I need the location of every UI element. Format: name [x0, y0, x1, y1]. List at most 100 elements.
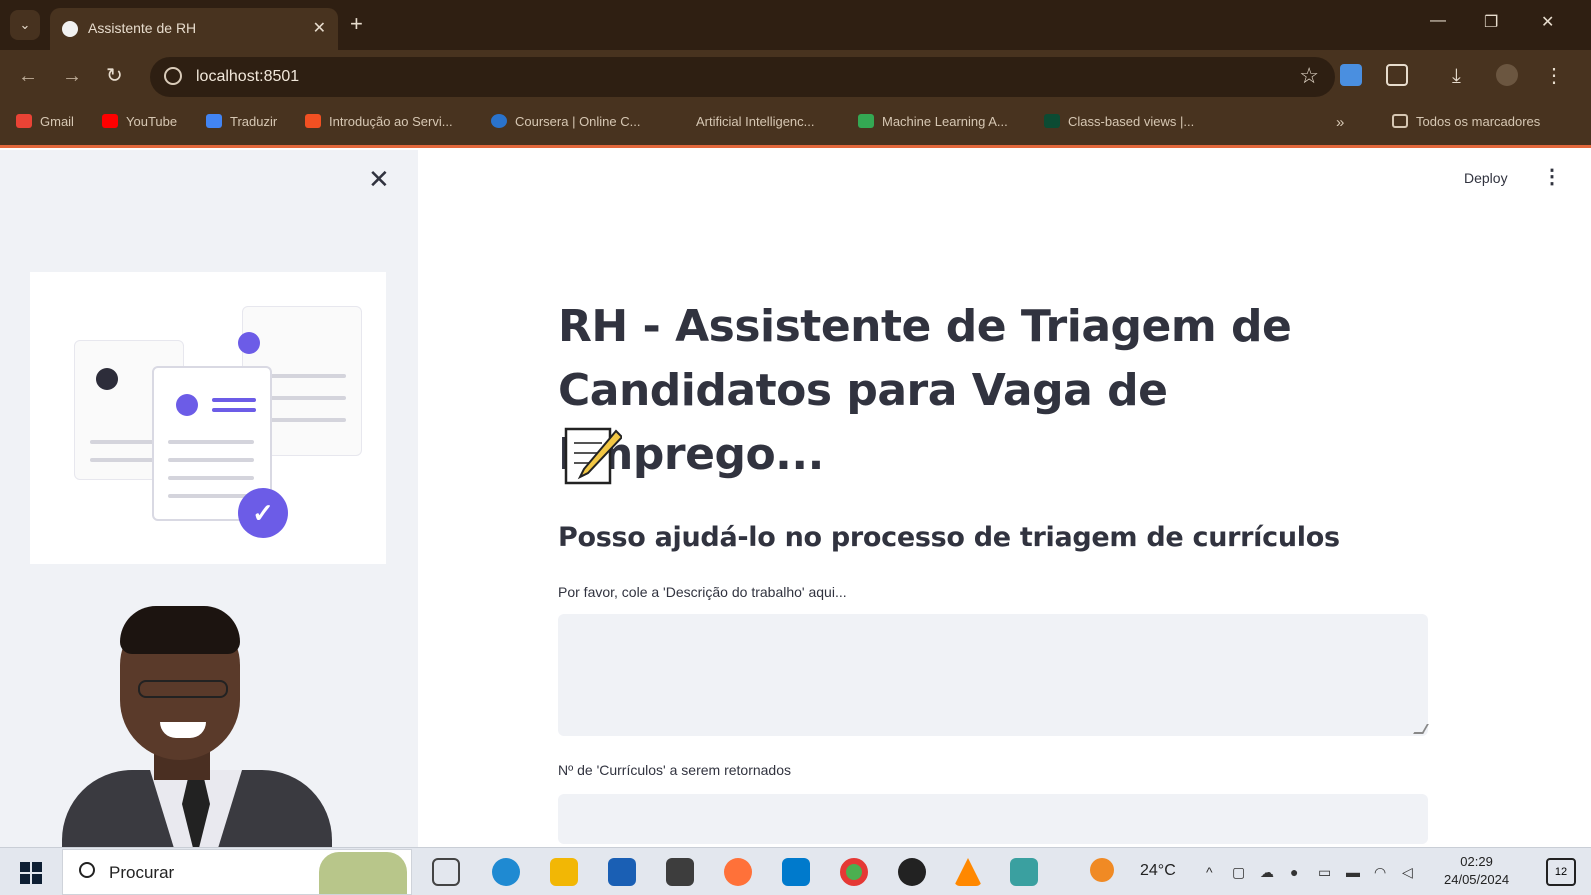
tab-close-icon[interactable]: ✕ — [313, 18, 326, 38]
bookmark-label: Artificial Intelligenc... — [696, 114, 815, 129]
vscode-icon[interactable] — [782, 858, 810, 886]
bookmark-label: YouTube — [126, 114, 178, 129]
more-bookmarks-icon[interactable]: » — [1336, 114, 1344, 131]
smiling-man-image — [62, 606, 362, 847]
candidate-avatar-icon — [238, 332, 260, 354]
drive-icon — [858, 114, 874, 128]
browser-toolbar: ← → ↻ localhost:8501 ☆ ⤓ ⋮ — [0, 50, 1591, 102]
tab-favicon-icon — [62, 21, 78, 37]
django-icon — [1044, 114, 1060, 128]
obs-icon[interactable] — [898, 858, 926, 886]
download-icon[interactable]: ⤓ — [1452, 64, 1461, 88]
coursera-icon — [491, 114, 507, 128]
bookmark-ai[interactable]: Artificial Intelligenc... — [696, 114, 815, 129]
bookmark-label: Gmail — [40, 114, 74, 129]
resume-count-label: Nº de 'Currículos' a serem retornados — [558, 762, 791, 778]
bookmark-label: Introdução ao Servi... — [329, 114, 453, 129]
search-highlight-image — [319, 852, 407, 894]
cloud-icon[interactable]: ☁ — [1260, 864, 1274, 881]
display-icon[interactable]: ▭ — [1318, 864, 1331, 881]
vlc-icon[interactable] — [954, 858, 982, 886]
weather-icon[interactable] — [1090, 858, 1114, 882]
browser-tab[interactable]: Assistente de RH ✕ — [50, 8, 338, 50]
volume-icon[interactable]: ◁ — [1402, 864, 1413, 881]
search-icon — [79, 862, 95, 878]
bookmark-django[interactable]: Class-based views |... — [1044, 114, 1194, 129]
app-menu-icon[interactable]: ⋮ — [1542, 166, 1562, 188]
site-info-icon[interactable] — [164, 67, 182, 85]
bookmark-label: Class-based views |... — [1068, 114, 1195, 129]
bookmark-coursera[interactable]: Coursera | Online C... — [491, 114, 640, 129]
job-description-label: Por favor, cole a 'Descrição do trabalho… — [558, 584, 847, 600]
taskbar-search[interactable]: Procurar — [62, 849, 412, 895]
section-subtitle: Posso ajudá-lo no processo de triagem de… — [558, 522, 1340, 553]
forward-icon[interactable]: → — [62, 64, 82, 88]
bookmark-traduzir[interactable]: Traduzir — [206, 114, 277, 129]
bookmarks-bar: Gmail YouTube Traduzir Introdução ao Ser… — [0, 102, 1591, 148]
resume-illustration: ✓ — [30, 272, 386, 564]
firefox-icon[interactable] — [724, 858, 752, 886]
bookmark-star-icon[interactable]: ☆ — [1299, 63, 1319, 89]
minimize-button[interactable]: — — [1430, 12, 1446, 30]
browser-menu-icon[interactable]: ⋮ — [1544, 64, 1564, 88]
bookmark-label: Coursera | Online C... — [515, 114, 641, 129]
restore-button[interactable]: ❐ — [1484, 12, 1498, 32]
search-placeholder: Procurar — [109, 863, 175, 882]
sidebar-close-icon[interactable]: ✕ — [368, 164, 390, 194]
back-icon[interactable]: ← — [18, 64, 38, 88]
chrome-icon[interactable] — [840, 858, 868, 886]
bookmark-label: Machine Learning A... — [882, 114, 1008, 129]
windows-start-icon[interactable] — [20, 862, 42, 884]
edge-icon[interactable] — [492, 858, 520, 886]
notification-icon[interactable]: 12 — [1546, 858, 1576, 886]
clock-date: 24/05/2024 — [1444, 872, 1510, 887]
temperature[interactable]: 24°C — [1140, 862, 1176, 880]
file-explorer-icon[interactable] — [550, 858, 578, 886]
battery-icon[interactable]: ▬ — [1346, 864, 1360, 880]
job-description-textarea[interactable] — [558, 614, 1428, 736]
translate-icon — [206, 114, 222, 128]
bookmark-introducao[interactable]: Introdução ao Servi... — [305, 114, 453, 129]
sidebar: ✕ ✓ — [0, 150, 418, 847]
reload-icon[interactable]: ↻ — [106, 64, 123, 88]
tab-title: Assistente de RH — [88, 20, 197, 36]
store-icon[interactable] — [608, 858, 636, 886]
address-bar[interactable]: localhost:8501 ☆ — [150, 57, 1335, 97]
new-tab-button[interactable]: + — [350, 12, 363, 36]
tab-list-button[interactable]: ⌄ — [10, 10, 40, 40]
browser-titlebar: ⌄ Assistente de RH ✕ + — ❐ ✕ — [0, 0, 1591, 50]
resume-count-input[interactable] — [558, 794, 1428, 844]
microsoft-icon — [305, 114, 321, 128]
bookmark-ml[interactable]: Machine Learning A... — [858, 114, 1008, 129]
chevron-up-icon[interactable]: ^ — [1206, 864, 1213, 880]
profile-avatar[interactable] — [1496, 64, 1518, 86]
mail-icon[interactable] — [666, 858, 694, 886]
gmail-icon — [16, 114, 32, 128]
extensions-puzzle-icon[interactable] — [1386, 64, 1408, 86]
bookmark-gmail[interactable]: Gmail — [16, 114, 74, 129]
url-text: localhost:8501 — [196, 68, 300, 85]
app-icon[interactable] — [1010, 858, 1038, 886]
taskbar: Procurar 24°C ^ ▢ ☁ ● ▭ ▬ ◠ ◁ 02:29 24/0… — [0, 847, 1591, 895]
system-clock[interactable]: 02:29 24/05/2024 — [1444, 853, 1509, 889]
task-view-icon[interactable] — [432, 858, 460, 886]
candidate-avatar-icon — [176, 394, 198, 416]
bookmark-youtube[interactable]: YouTube — [102, 114, 177, 129]
clock-time: 02:29 — [1460, 854, 1493, 869]
close-window-button[interactable]: ✕ — [1541, 12, 1554, 32]
tray-app-icon[interactable]: ▢ — [1232, 864, 1245, 881]
all-bookmarks-folder[interactable]: Todos os marcadores — [1392, 114, 1540, 129]
extension-icon[interactable] — [1340, 64, 1362, 86]
main-content: Deploy ⋮ RH - Assistente de Triagem de C… — [418, 150, 1591, 847]
microphone-icon[interactable]: ● — [1290, 864, 1298, 880]
wifi-icon[interactable]: ◠ — [1374, 864, 1386, 881]
page-title: RH - Assistente de Triagem de Candidatos… — [558, 301, 1292, 480]
bookmark-label: Traduzir — [230, 114, 278, 129]
deploy-button[interactable]: Deploy — [1464, 170, 1508, 186]
youtube-icon — [102, 114, 118, 128]
folder-icon — [1392, 114, 1408, 128]
checkmark-icon: ✓ — [238, 488, 288, 538]
all-bookmarks-label: Todos os marcadores — [1416, 114, 1541, 129]
candidate-avatar-icon — [96, 368, 118, 390]
memo-icon — [564, 427, 622, 485]
